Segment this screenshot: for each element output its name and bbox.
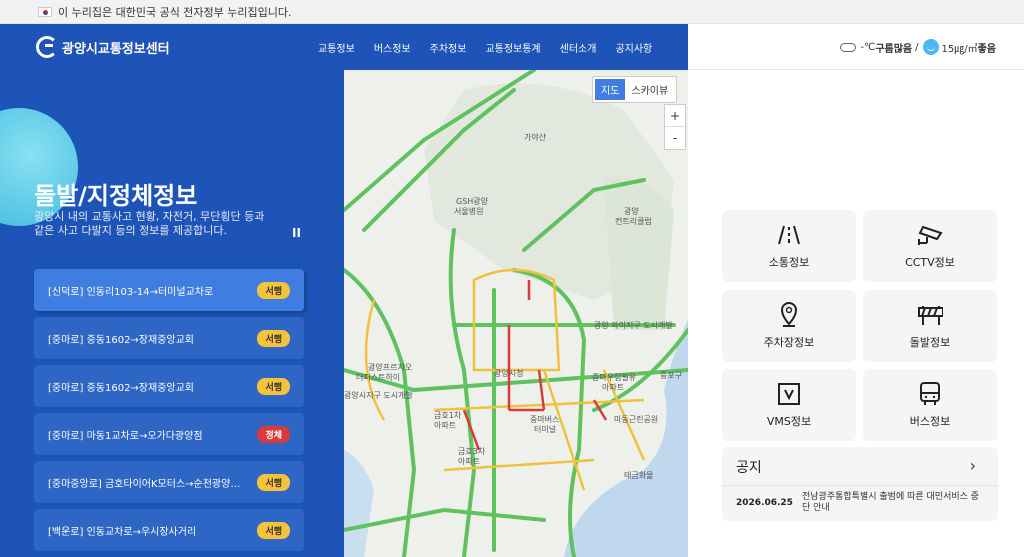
service-traffic[interactable]: 소통정보 (722, 210, 856, 282)
notice-title: 공지 (736, 460, 762, 476)
site-logo[interactable]: 광양시교통정보센터 (36, 36, 170, 58)
map-label: 아파트 (602, 383, 625, 392)
weather-separator: / (915, 41, 919, 53)
incident-label: [중마로] 마동1교차로→오가다광양점 (48, 430, 203, 442)
notice-box: 공지 › 2026.06.25 전남광주통합특별시 출범에 따른 대민서비스 중… (722, 447, 998, 521)
status-badge: 서행 (257, 281, 290, 299)
zoom-out-button[interactable]: - (665, 127, 685, 149)
incident-item[interactable]: [중마로] 중동1602→장재중앙교회 서행 (34, 365, 304, 407)
logo-text: 광양시교통정보센터 (62, 41, 170, 57)
service-cctv[interactable]: CCTV정보 (863, 210, 997, 282)
incident-item[interactable]: [신덕로] 인동리103-14→터미널교차로 서행 (34, 269, 304, 311)
incident-label: [중마로] 중동1602→장재중앙교회 (48, 382, 195, 394)
weather-widget: -℃ 구름많음 / 15㎍/㎥ 좋음 (840, 39, 996, 55)
map-label: 아파트 (434, 421, 457, 430)
skyview-button[interactable]: 스카이뷰 (625, 79, 674, 100)
gov-banner: 이 누리집은 대한민국 공식 전자정부 누리집입니다. (0, 0, 1024, 24)
dust-level: 좋음 (977, 43, 996, 55)
status-badge: 정체 (257, 425, 290, 443)
incident-item[interactable]: [중마로] 마동1교차로→오가다광양점 정체 (34, 413, 304, 455)
service-vms[interactable]: VMS정보 (722, 369, 856, 441)
page-title: 돌발/지정체정보 (34, 182, 198, 210)
map-label: 터미널 (534, 425, 557, 434)
service-label: CCTV정보 (905, 256, 955, 269)
nav-notice[interactable]: 공지사항 (615, 40, 652, 55)
service-incident[interactable]: 돌발정보 (863, 290, 997, 362)
main-nav: 교통정보 버스정보 주차정보 교통정보통계 센터소개 공지사항 (318, 24, 671, 70)
pause-button[interactable]: II (292, 226, 301, 240)
incident-label: [중마중앙로] 금호타이어K모터스→순천광양축… (48, 478, 244, 490)
zoom-in-button[interactable]: + (665, 105, 685, 127)
weather-temp: -℃ (860, 41, 876, 53)
map-label: 서울병원 (454, 207, 484, 216)
divider (722, 485, 998, 486)
nav-bus[interactable]: 버스정보 (374, 40, 411, 55)
smile-face-icon (922, 39, 939, 55)
map-view-button[interactable]: 지도 (595, 79, 626, 100)
logo-mark-icon (36, 36, 58, 58)
map-label: 태금화물 (624, 471, 654, 480)
nav-traffic[interactable]: 교통정보 (318, 40, 355, 55)
incident-item[interactable]: [백운로] 인동교차로→우시장사거리 서행 (34, 509, 304, 551)
traffic-map[interactable]: 가야산 GSH광양 서울병원 광양 컨트리클럽 광양프르지오 더퍼스트하이 광양… (344, 70, 688, 557)
map-label: 광양시지구 도시개발 (344, 391, 413, 400)
nav-statistics[interactable]: 교통정보통계 (485, 40, 540, 55)
service-bus[interactable]: 버스정보 (863, 369, 997, 441)
notice-date: 2026.06.25 (736, 498, 793, 508)
service-label: 소통정보 (768, 256, 810, 269)
cloud-icon (840, 42, 857, 52)
nav-parking[interactable]: 주차정보 (430, 40, 467, 55)
korea-flag-icon (38, 6, 52, 17)
vms-sign-icon (776, 381, 802, 407)
map-type-toggle: 지도 스카이뷰 (592, 76, 678, 103)
notice-more-button[interactable]: › (970, 456, 976, 475)
service-label: 버스정보 (909, 415, 951, 428)
barricade-icon (917, 302, 943, 328)
status-badge: 서행 (257, 521, 290, 539)
weather-condition: 구름많음 (875, 43, 913, 55)
service-label: 주차장정보 (763, 336, 815, 349)
map-label: 광양 와이지구 도시개발 (594, 321, 673, 330)
incident-label: [백운로] 인동교차로→우시장사거리 (48, 526, 197, 538)
map-label: 광양시청 (494, 369, 524, 378)
map-roads (344, 70, 688, 557)
incident-label: [신덕로] 인동리103-14→터미널교차로 (48, 286, 214, 298)
incident-item[interactable]: [중마로] 중동1602→장재중앙교회 서행 (34, 317, 304, 359)
status-badge: 서행 (257, 329, 290, 347)
map-label: 가야산 (524, 133, 547, 142)
service-parking[interactable]: 주차장정보 (722, 290, 856, 362)
page-description: 광양시 내의 교통사고 현황, 자전거, 무단횡단 등과 같은 사고 다발지 등… (34, 210, 265, 237)
map-label: 중포구 (660, 371, 683, 380)
dust-value: 15㎍/㎥ (941, 43, 978, 55)
bus-icon (917, 381, 943, 407)
map-label: 더퍼스트하이 (356, 373, 401, 382)
incident-label: [중마로] 중동1602→장재중앙교회 (48, 334, 195, 346)
incident-panel: 광양시교통정보센터 돌발/지정체정보 광양시 내의 교통사고 현황, 자전거, … (0, 24, 344, 557)
cctv-icon (917, 222, 943, 248)
map-label: 컨트리클럽 (615, 217, 652, 226)
map-label: 아파트 (458, 457, 481, 466)
right-header: -℃ 구름많음 / 15㎍/㎥ 좋음 (688, 24, 1024, 70)
service-label: 돌발정보 (909, 336, 951, 349)
incident-item[interactable]: [중마중앙로] 금호타이어K모터스→순천광양축… 서행 (34, 461, 304, 503)
parking-location-icon (776, 302, 802, 328)
nav-about[interactable]: 센터소개 (560, 40, 597, 55)
notice-link[interactable]: 전남광주통합특별시 출범에 따른 대민서비스 중단 안내 (802, 492, 982, 514)
map-label: 마동근린공원 (614, 415, 659, 424)
status-badge: 서행 (257, 473, 290, 491)
road-icon (776, 222, 802, 248)
map-zoom-control: + - (664, 104, 686, 150)
service-label: VMS정보 (766, 415, 812, 428)
incident-list: [신덕로] 인동리103-14→터미널교차로 서행 [중마로] 중동1602→장… (34, 269, 304, 557)
gov-banner-text: 이 누리집은 대한민국 공식 전자정부 누리집입니다. (58, 5, 292, 19)
status-badge: 서행 (257, 377, 290, 395)
